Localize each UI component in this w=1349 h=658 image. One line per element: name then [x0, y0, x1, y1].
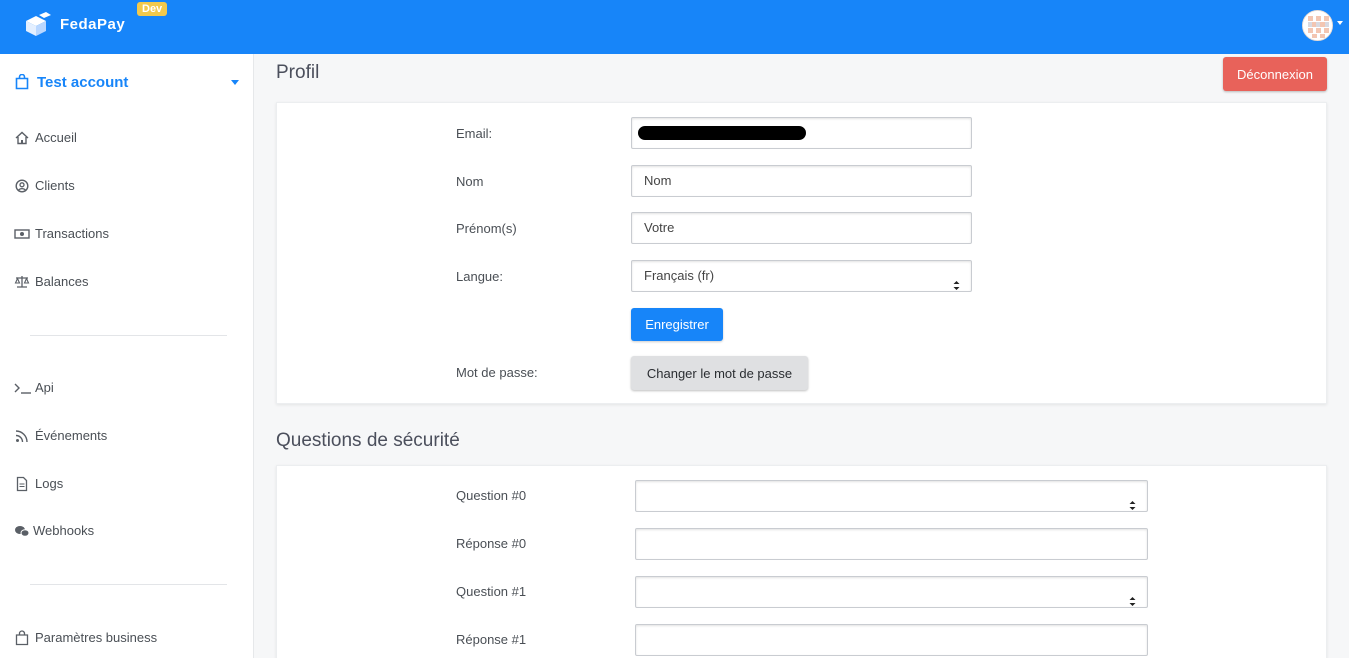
chevron-down-icon [231, 80, 239, 85]
answer-0-field[interactable] [635, 528, 1148, 560]
sidebar-divider [30, 335, 227, 336]
email-field[interactable] [631, 117, 972, 149]
sidebar-item-label: Accueil [35, 130, 77, 145]
account-switcher[interactable]: Test account [15, 73, 245, 93]
change-password-button[interactable]: Changer le mot de passe [631, 356, 808, 390]
question-1-label: Question #1 [456, 584, 527, 599]
question-0-select[interactable] [635, 480, 1148, 512]
redacted-email-mark [638, 126, 806, 140]
user-circle-icon [14, 178, 30, 194]
shopping-bag-icon [15, 73, 29, 95]
langue-label: Langue: [456, 269, 503, 284]
shopping-bag-icon [14, 630, 30, 646]
user-avatar[interactable] [1302, 10, 1333, 41]
email-label: Email: [456, 126, 493, 141]
select-arrows-icon [1129, 588, 1136, 606]
sidebar-item-logs[interactable]: Logs [14, 474, 234, 494]
question-0-label: Question #0 [456, 488, 527, 503]
sidebar-item-label: Paramètres business [35, 630, 158, 645]
sidebar-item-transactions[interactable]: Transactions [14, 224, 234, 244]
question-1-select[interactable] [635, 576, 1148, 608]
answer-0-label: Réponse #0 [456, 536, 527, 551]
prenom-field[interactable]: Votre [631, 212, 972, 244]
password-label: Mot de passe: [456, 365, 538, 380]
sidebar-item-evenements[interactable]: Événements [14, 426, 234, 446]
user-menu-caret-icon[interactable] [1337, 21, 1343, 25]
select-arrows-icon [953, 272, 960, 290]
account-name: Test account [37, 74, 129, 91]
sidebar-item-balances[interactable]: Balances [14, 272, 234, 292]
sidebar-item-label: Transactions [35, 226, 109, 241]
file-icon [14, 476, 30, 492]
security-questions-title: Questions de sécurité [276, 430, 460, 451]
profile-title: Profil [276, 62, 320, 83]
sidebar-divider [30, 584, 227, 585]
sidebar-item-label: Événements [35, 428, 108, 443]
sidebar-item-label: Webhooks [33, 523, 95, 538]
fedapay-logo-icon[interactable] [22, 12, 52, 38]
env-badge: Dev [137, 2, 168, 16]
answer-1-label: Réponse #1 [456, 632, 527, 647]
prenom-label: Prénom(s) [456, 221, 517, 236]
sidebar-item-api[interactable]: Api [14, 378, 234, 398]
nom-label: Nom [456, 174, 484, 189]
sidebar-item-label: Api [35, 380, 54, 395]
nom-field[interactable]: Nom [631, 165, 972, 197]
langue-selected-value: Français (fr) [644, 268, 715, 283]
sidebar-item-label: Balances [35, 274, 89, 289]
rss-icon [14, 428, 30, 444]
logout-button[interactable]: Déconnexion [1223, 57, 1327, 91]
langue-select[interactable]: Français (fr) [631, 260, 972, 292]
balance-scale-icon [14, 274, 30, 290]
brand-name[interactable]: FedaPay [60, 16, 125, 33]
sidebar-item-label: Logs [35, 476, 64, 491]
sidebar-item-accueil[interactable]: Accueil [14, 128, 234, 148]
sidebar-item-parametres-business[interactable]: Paramètres business [14, 628, 234, 648]
sidebar-item-clients[interactable]: Clients [14, 176, 234, 196]
sidebar: Test account Accueil Clients Transaction… [0, 54, 254, 658]
webhooks-icon [14, 523, 30, 539]
sidebar-item-label: Clients [35, 178, 75, 193]
answer-1-field[interactable] [635, 624, 1148, 656]
money-bill-icon [14, 226, 30, 242]
home-icon [14, 130, 30, 146]
save-button[interactable]: Enregistrer [631, 308, 723, 341]
terminal-icon [14, 380, 31, 396]
select-arrows-icon [1129, 492, 1136, 510]
sidebar-item-webhooks[interactable]: Webhooks [14, 521, 234, 541]
top-navbar: FedaPay Dev [0, 0, 1349, 54]
